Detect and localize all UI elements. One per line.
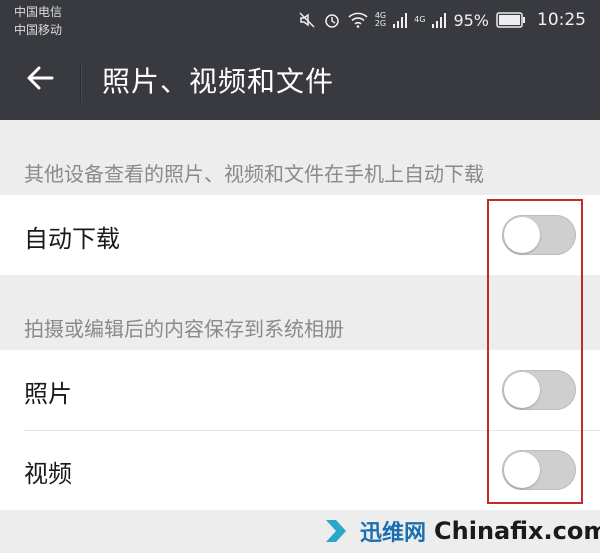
watermark-brand-en: Chinafix.com [434, 516, 600, 545]
signal-icon-2 [432, 12, 447, 28]
setting-label: 视频 [24, 460, 72, 488]
battery-icon [496, 12, 526, 28]
page-title: 照片、视频和文件 [102, 65, 335, 98]
alarm-icon [323, 11, 341, 29]
wifi-icon [348, 12, 368, 28]
section-caption-save: 拍摄或编辑后的内容保存到系统相册 [24, 317, 344, 341]
setting-label: 照片 [24, 380, 72, 408]
carrier-info: 中国电信 中国移动 [14, 3, 62, 39]
back-button[interactable] [18, 58, 62, 102]
status-icons: 4G 2G 4G 95% 10:25 [298, 0, 586, 40]
network-type-2: 4G [414, 16, 425, 24]
carrier-2: 中国移动 [14, 23, 63, 37]
highlight-annotation [487, 199, 583, 504]
section-caption-download: 其他设备查看的照片、视频和文件在手机上自动下载 [24, 162, 484, 186]
back-arrow-icon [26, 64, 54, 96]
setting-label: 自动下载 [24, 225, 120, 253]
title-bar: 照片、视频和文件 [0, 44, 600, 120]
clock: 10:25 [537, 10, 586, 30]
mute-icon [298, 11, 316, 29]
watermark-brand-cn: 迅维网 [360, 520, 427, 546]
net-label-3: 4G [414, 15, 426, 24]
carrier-1: 中国电信 [14, 5, 63, 19]
signal-icon [393, 12, 408, 28]
title-divider [80, 62, 82, 102]
watermark: 迅维网 Chinafix.com [322, 508, 600, 553]
network-type-1: 4G 2G [375, 12, 386, 28]
brand-logo-icon [322, 516, 352, 546]
battery-percent: 95% [453, 10, 489, 30]
status-bar: 中国电信 中国移动 4G 2G 4G 95% 10:25 [0, 0, 600, 44]
net-label-2: 2G [374, 19, 387, 28]
